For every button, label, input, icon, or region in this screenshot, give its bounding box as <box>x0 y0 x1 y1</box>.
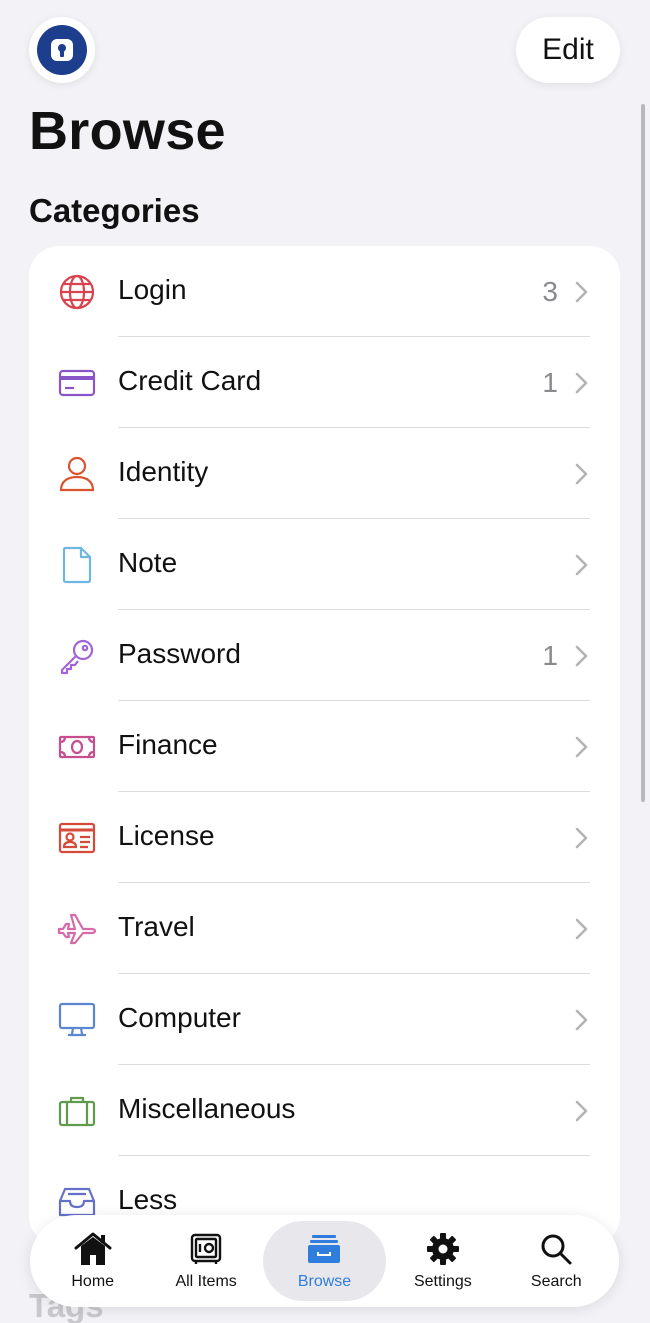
chevron-right-icon <box>575 827 588 849</box>
category-label: Finance <box>118 729 218 760</box>
house-icon <box>73 1231 113 1267</box>
category-label: Travel <box>118 911 195 942</box>
person-icon <box>57 454 97 494</box>
category-count: 1 <box>542 367 558 398</box>
tab-label: Search <box>530 1273 582 1290</box>
category-row-miscellaneous[interactable]: Miscellaneous <box>29 1065 620 1156</box>
section-title-categories: Categories <box>29 192 200 229</box>
category-row-note[interactable]: Note <box>29 519 620 610</box>
category-row-travel[interactable]: Travel <box>29 883 620 974</box>
category-label: Less <box>118 1184 178 1215</box>
category-label: Login <box>118 274 187 305</box>
chevron-right-icon <box>575 372 588 394</box>
lock-logo-icon <box>37 25 87 75</box>
category-count: 1 <box>542 640 558 671</box>
category-row-credit-card[interactable]: Credit Card 1 <box>29 337 620 428</box>
chevron-right-icon <box>575 736 588 758</box>
folder-icon <box>304 1231 344 1267</box>
tab-browse[interactable]: Browse <box>262 1221 387 1301</box>
tab-label: Settings <box>413 1273 472 1290</box>
vault-icon <box>186 1231 226 1267</box>
category-row-identity[interactable]: Identity <box>29 428 620 519</box>
chevron-right-icon <box>575 645 588 667</box>
tab-bar: Home All Items Browse Settings Search <box>30 1215 619 1307</box>
airplane-icon <box>57 909 97 949</box>
category-count: 3 <box>542 276 558 307</box>
credit-card-icon <box>57 363 97 403</box>
search-icon <box>536 1231 576 1267</box>
category-label: Password <box>118 638 241 669</box>
tab-label: Browse <box>297 1273 352 1290</box>
tab-settings[interactable]: Settings <box>386 1221 499 1301</box>
tab-home[interactable]: Home <box>36 1221 149 1301</box>
chevron-right-icon <box>575 1100 588 1122</box>
category-label: Credit Card <box>118 365 262 396</box>
category-label: Note <box>118 547 178 578</box>
category-row-computer[interactable]: Computer <box>29 974 620 1065</box>
chevron-right-icon <box>575 918 588 940</box>
gear-icon <box>423 1231 463 1267</box>
category-row-license[interactable]: License <box>29 792 620 883</box>
money-icon <box>57 727 97 767</box>
category-label: Miscellaneous <box>118 1093 296 1124</box>
category-row-password[interactable]: Password 1 <box>29 610 620 701</box>
chevron-right-icon <box>575 463 588 485</box>
category-row-finance[interactable]: Finance <box>29 701 620 792</box>
edit-button[interactable]: Edit <box>516 17 620 83</box>
chevron-right-icon <box>575 281 588 303</box>
note-icon <box>57 545 97 585</box>
chevron-right-icon <box>575 1009 588 1031</box>
category-label: Computer <box>118 1002 241 1033</box>
license-icon <box>57 818 97 858</box>
category-row-login[interactable]: Login 3 <box>29 246 620 337</box>
tab-label: All Items <box>175 1273 237 1290</box>
category-label: License <box>118 820 215 851</box>
category-label: Identity <box>118 456 209 487</box>
key-icon <box>57 636 97 676</box>
tab-search[interactable]: Search <box>500 1221 613 1301</box>
scroll-indicator[interactable] <box>641 104 645 802</box>
briefcase-icon <box>57 1091 97 1131</box>
computer-icon <box>57 1000 97 1040</box>
chevron-right-icon <box>575 554 588 576</box>
tab-all-items[interactable]: All Items <box>149 1221 262 1301</box>
tab-label: Home <box>71 1273 115 1290</box>
page-title: Browse <box>29 101 226 161</box>
app-logo[interactable] <box>29 17 95 83</box>
globe-icon <box>57 272 97 312</box>
categories-list: Login 3 Credit Card 1 Identity Note Pass… <box>29 246 620 1246</box>
